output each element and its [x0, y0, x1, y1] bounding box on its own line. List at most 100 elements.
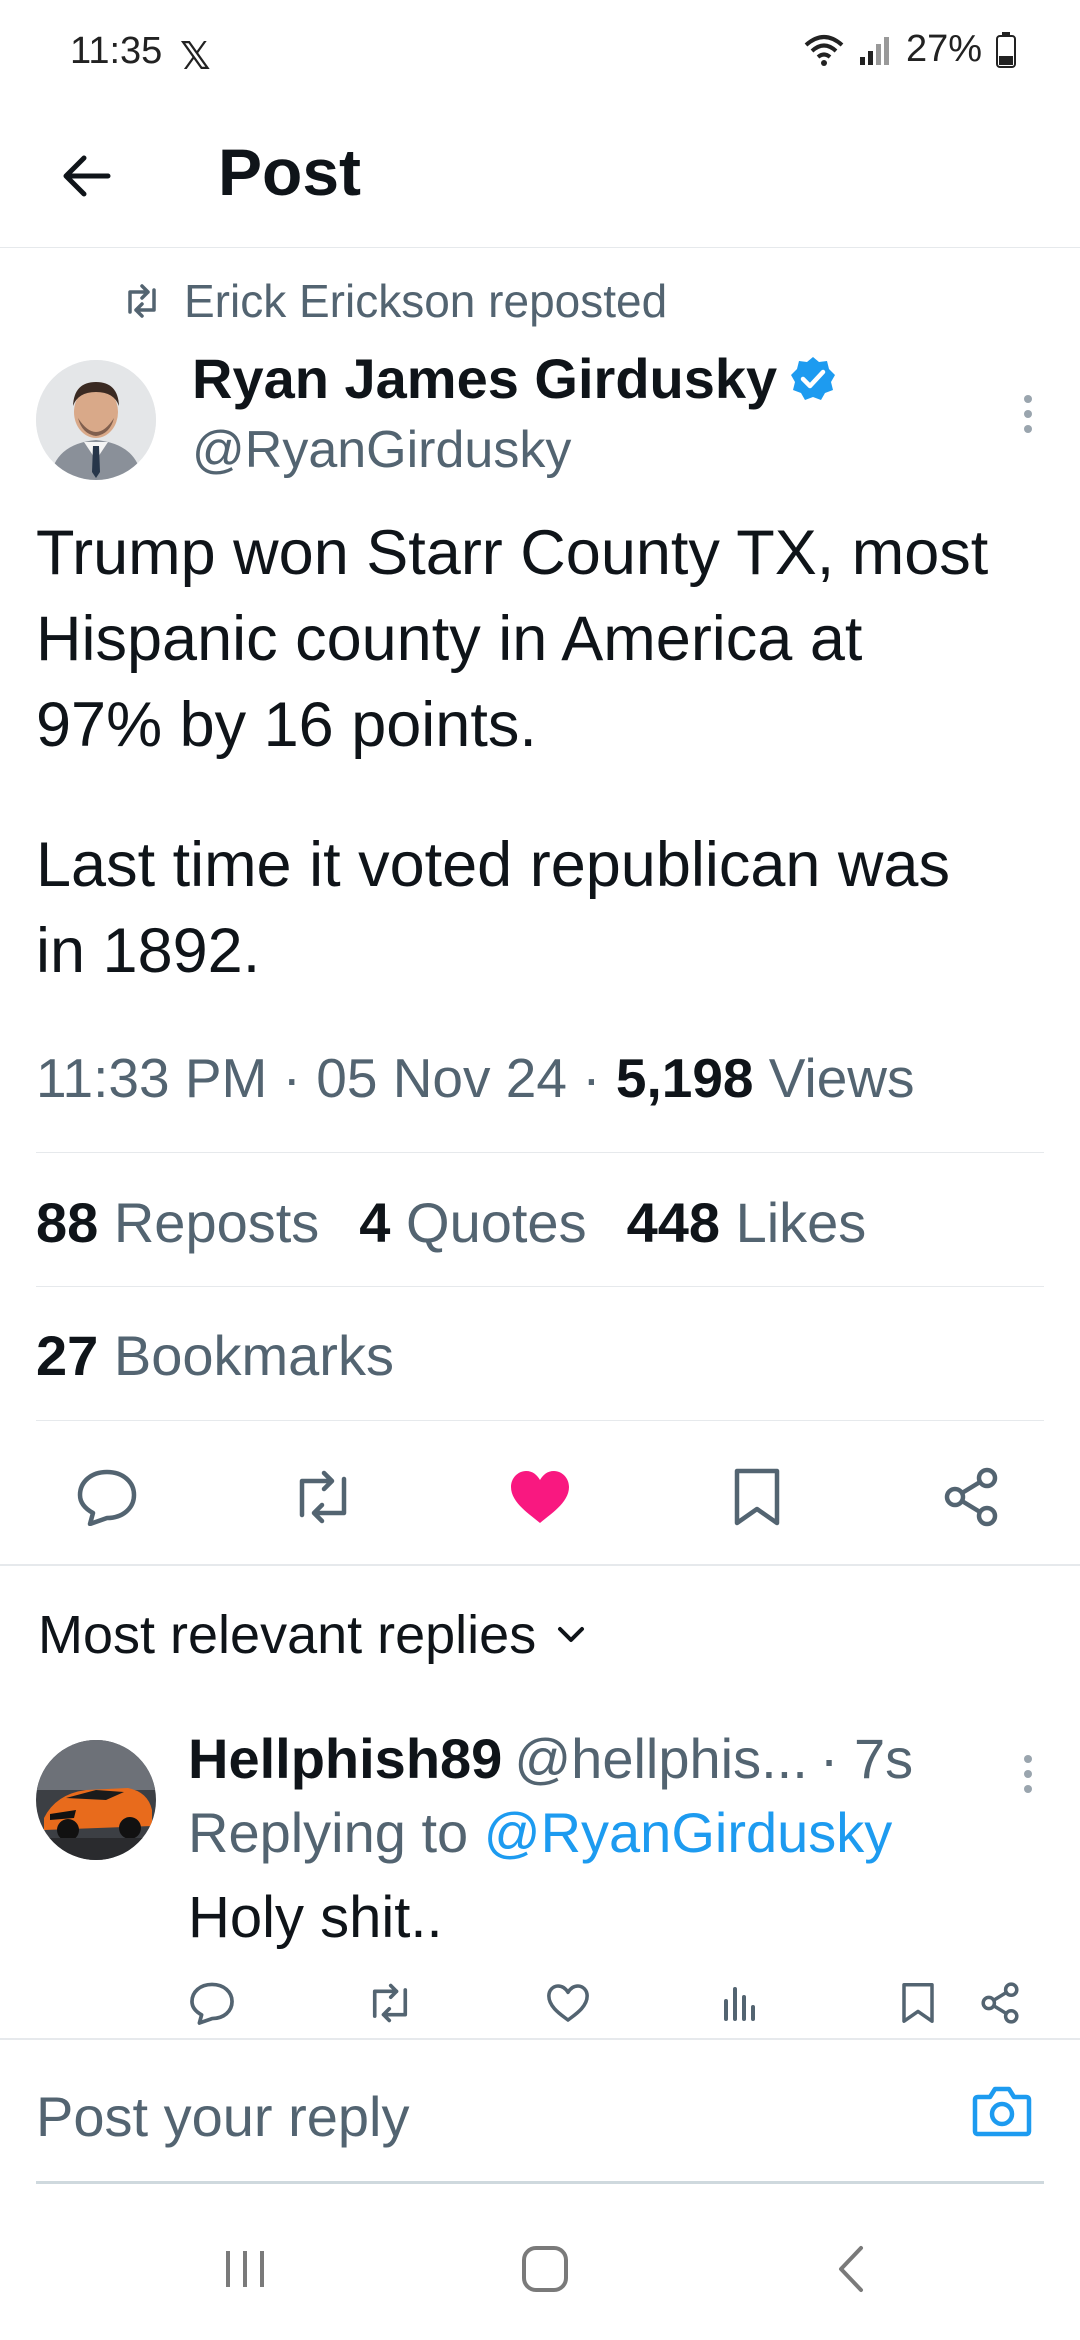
share-icon	[944, 1467, 998, 1527]
share-button[interactable]	[936, 1462, 1006, 1532]
back-button[interactable]	[46, 136, 126, 216]
likes-stat[interactable]: 448 Likes	[627, 1190, 867, 1255]
reposts-stat[interactable]: 88 Reposts	[36, 1190, 319, 1255]
system-back-button[interactable]	[806, 2234, 896, 2304]
repost-button[interactable]	[288, 1462, 358, 1532]
repost-icon	[299, 1470, 347, 1524]
repost-icon	[372, 1983, 408, 2023]
reply-composer: Post your reply	[0, 2038, 1080, 2184]
views-chart-icon	[724, 1987, 755, 2021]
reply-share-button[interactable]	[972, 1975, 1028, 2031]
status-time: 11:35	[70, 30, 163, 72]
post-date: 05 Nov 24	[316, 1047, 567, 1109]
status-bar: 11:35 𝕏 27%	[0, 0, 1080, 100]
input-underline	[36, 2181, 1044, 2184]
more-vertical-icon	[1024, 1755, 1032, 1793]
meta-separator: ·	[282, 1047, 301, 1109]
post-text-line: Trump won Starr County TX, most	[36, 518, 989, 588]
reply-header: Hellphish89 @hellphis... · 7s	[188, 1726, 913, 1791]
repost-label: Erick Erickson reposted	[184, 275, 668, 327]
meta-separator: ·	[582, 1047, 601, 1109]
reply-author-handle[interactable]: @hellphis...	[514, 1726, 807, 1791]
reply-avatar[interactable]	[36, 1740, 156, 1860]
like-button[interactable]	[505, 1462, 575, 1532]
divider	[36, 1152, 1044, 1153]
system-nav-bar	[0, 2200, 1080, 2340]
more-vertical-icon	[1024, 395, 1032, 433]
engagement-stats: 88 Reposts 4 Quotes 448 Likes	[36, 1190, 866, 1255]
chevron-down-icon	[558, 1627, 585, 1642]
x-app-icon: 𝕏	[180, 36, 211, 78]
quotes-stat[interactable]: 4 Quotes	[359, 1190, 586, 1255]
reply-text: Holy shit..	[188, 1885, 443, 1950]
bookmark-icon	[902, 1983, 934, 2023]
replies-sort-dropdown[interactable]: Most relevant replies	[38, 1604, 586, 1666]
top-app-bar: Post	[0, 100, 1080, 248]
home-button[interactable]	[500, 2234, 590, 2304]
divider	[36, 1420, 1044, 1421]
system-back-icon	[839, 2246, 863, 2292]
status-indicators: 27%	[804, 28, 1016, 71]
reply-input[interactable]: Post your reply	[36, 2084, 410, 2149]
recent-apps-icon	[226, 2251, 264, 2287]
reply-icon	[77, 1469, 137, 1526]
reply-reply-button[interactable]	[184, 1975, 240, 2031]
reply-more-button[interactable]	[1008, 1744, 1048, 1804]
author-name: Ryan James Girdusky	[192, 347, 778, 410]
battery-icon	[996, 31, 1016, 68]
post-text-line: Last time it voted republican was	[36, 830, 950, 900]
post-action-bar	[0, 1440, 1080, 1550]
section-divider	[0, 1564, 1080, 1566]
bookmarks-stat[interactable]: 27 Bookmarks	[36, 1323, 394, 1388]
reply-icon	[190, 1982, 234, 2025]
verified-badge-icon	[789, 355, 837, 403]
bookmark-button[interactable]	[722, 1462, 792, 1532]
battery-percent: 27%	[905, 28, 982, 70]
bookmarks-count: 27	[36, 1324, 99, 1387]
reply-button[interactable]	[72, 1462, 142, 1532]
quotes-count: 4	[359, 1191, 391, 1254]
reposts-label: Reposts	[113, 1191, 320, 1254]
post-more-button[interactable]	[1008, 384, 1048, 444]
page-title: Post	[218, 135, 362, 209]
post-text-line: 97% by 16 points.	[36, 690, 537, 760]
likes-count: 448	[626, 1191, 721, 1254]
reply-like-button[interactable]	[540, 1975, 596, 2031]
reply-age: · 7s	[819, 1727, 914, 1790]
post-time: 11:33 PM	[36, 1047, 268, 1109]
replying-to-handle[interactable]: @RyanGirdusky	[484, 1801, 893, 1864]
repost-icon	[122, 284, 162, 318]
views-label: Views	[768, 1047, 915, 1109]
reply-bookmark-button[interactable]	[890, 1975, 946, 2031]
recent-apps-button[interactable]	[200, 2234, 290, 2304]
sort-label: Most relevant replies	[38, 1605, 537, 1665]
replying-to: Replying to @RyanGirdusky	[188, 1800, 892, 1865]
camera-button[interactable]	[964, 2076, 1040, 2146]
post-text: Trump won Starr County TX, most Hispanic…	[36, 510, 1056, 994]
divider	[36, 1286, 1044, 1287]
heart-icon	[511, 1471, 569, 1523]
heart-icon	[547, 1984, 589, 2022]
likes-label: Likes	[735, 1191, 867, 1254]
home-icon	[522, 2246, 568, 2292]
replying-prefix: Replying to	[188, 1801, 469, 1864]
camera-icon	[972, 2086, 1032, 2137]
share-icon	[981, 1982, 1019, 2024]
bookmark-icon	[734, 1468, 780, 1526]
signal-icon	[858, 33, 892, 67]
reply-author-name[interactable]: Hellphish89	[188, 1726, 502, 1791]
wifi-icon	[804, 33, 844, 67]
author-handle[interactable]: @RyanGirdusky	[192, 420, 571, 480]
views-count: 5,198	[615, 1047, 754, 1109]
reply-action-bar	[0, 1975, 1080, 2035]
reply-views-button[interactable]	[712, 1975, 768, 2031]
author-avatar[interactable]	[36, 360, 156, 480]
author-name-row[interactable]: Ryan James Girdusky	[192, 346, 837, 411]
quotes-label: Quotes	[406, 1191, 587, 1254]
reply-repost-button[interactable]	[362, 1975, 418, 2031]
post-meta: 11:33 PM · 05 Nov 24 · 5,198 Views	[36, 1046, 915, 1110]
post-text-line: Hispanic county in America at	[36, 604, 863, 674]
bookmarks-label: Bookmarks	[113, 1324, 394, 1387]
repost-context[interactable]: Erick Erickson reposted	[122, 274, 667, 328]
reposts-count: 88	[36, 1191, 99, 1254]
